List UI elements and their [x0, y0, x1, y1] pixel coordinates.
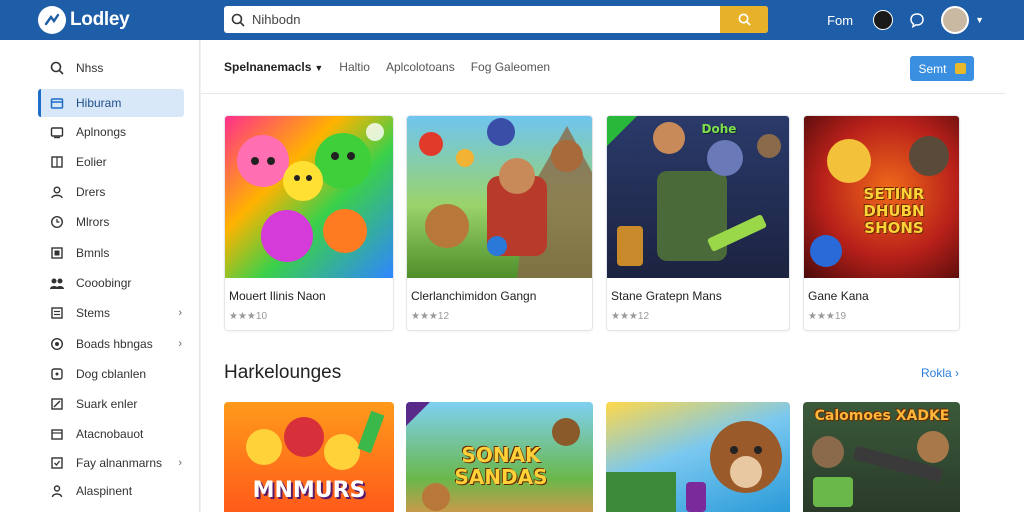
- sidebar-item-label: Cooobingr: [76, 276, 132, 290]
- game-thumbnail: [225, 116, 393, 278]
- chevron-down-icon[interactable]: ▼: [975, 15, 984, 25]
- game-title: Gane Kana: [808, 289, 869, 303]
- home-icon: [48, 95, 66, 111]
- game-art-text: Dohe: [701, 122, 737, 136]
- sidebar-item-0[interactable]: Nhss: [38, 54, 184, 82]
- chevron-right-icon: ›: [178, 457, 182, 469]
- chevron-down-icon: ▼: [314, 62, 324, 73]
- globe-icon: [48, 336, 66, 352]
- sidebar-item-9[interactable]: Boads hbngas ›: [38, 330, 184, 358]
- sidebar-item-3[interactable]: Eolier: [38, 148, 184, 176]
- sidebar-item-label: Suark enler: [76, 397, 138, 411]
- game-thumbnail: Dohe: [607, 116, 789, 278]
- tab-3[interactable]: Fog Galeomen: [471, 60, 550, 74]
- gamepad-icon: [48, 366, 66, 382]
- game-card[interactable]: Clerlanchimidon Gangn ★★★12: [406, 115, 593, 331]
- game-card[interactable]: MNMURS: [224, 402, 394, 512]
- search-icon: [48, 60, 66, 76]
- game-card[interactable]: Mouert Ilinis Naon ★★★10: [224, 115, 394, 331]
- sidebar-item-label: Alaspinent: [76, 484, 133, 498]
- see-more-link[interactable]: Rokla ›: [921, 366, 959, 380]
- top-link[interactable]: Fom: [827, 13, 853, 28]
- sidebar-item-12[interactable]: Atacnobauot: [38, 420, 184, 448]
- game-card[interactable]: [606, 402, 790, 512]
- game-rating: ★★★10: [229, 311, 268, 322]
- chevron-right-icon: ›: [178, 338, 182, 350]
- logo-text: Lodley: [70, 9, 130, 30]
- game-title: Stane Gratepn Mans: [611, 289, 722, 303]
- tag-icon: [48, 455, 66, 471]
- logo[interactable]: Lodley: [38, 6, 130, 34]
- sidebar-item-2[interactable]: Aplnongs: [38, 118, 184, 146]
- logo-icon: [38, 6, 66, 34]
- section-title: Harkelounges: [224, 362, 342, 383]
- chat-icon[interactable]: [907, 10, 927, 30]
- sidebar-item-1[interactable]: Hiburam: [38, 89, 184, 117]
- sidebar-item-label: Nhss: [76, 61, 104, 75]
- sidebar-item-label: Mlrors: [76, 215, 110, 229]
- sidebar-item-13[interactable]: Fay alnanmarns ›: [38, 449, 184, 477]
- search-button[interactable]: [720, 6, 768, 33]
- send-button[interactable]: Semt: [910, 56, 974, 81]
- list-icon: [48, 305, 66, 321]
- arrow-icon: [48, 396, 66, 412]
- sidebar-item-8[interactable]: Stems ›: [38, 299, 184, 327]
- game-thumbnail: SETINR DHUBN SHONS: [804, 116, 959, 278]
- game-thumbnail: [407, 116, 592, 278]
- sidebar-item-label: Fay alnanmarns: [76, 456, 163, 470]
- tab-0[interactable]: Spelnanemacls ▼: [224, 60, 323, 74]
- game-card[interactable]: SETINR DHUBN SHONS Gane Kana ★★★19: [803, 115, 960, 331]
- sidebar-item-7[interactable]: Cooobingr: [38, 269, 184, 297]
- sidebar-item-4[interactable]: Drers: [38, 178, 184, 206]
- game-art-text: MNMURS: [252, 478, 366, 503]
- clock-icon: [48, 214, 66, 230]
- game-rating: ★★★19: [808, 311, 847, 322]
- game-card[interactable]: Calomoes XADKE: [803, 402, 960, 512]
- calendar-icon: [48, 426, 66, 442]
- sidebar-item-label: Drers: [76, 185, 106, 199]
- person-icon: [48, 483, 66, 499]
- sidebar-item-label: Stems: [76, 306, 111, 320]
- coin-icon: [954, 63, 966, 74]
- game-art-text: SETINR DHUBN SHONS: [863, 185, 925, 237]
- search-icon: [224, 13, 252, 27]
- sidebar-item-label: Dog cblanlen: [76, 367, 147, 381]
- chevron-right-icon: ›: [178, 307, 182, 319]
- game-card[interactable]: Dohe Stane Gratepn Mans ★★★12: [606, 115, 790, 331]
- user-avatar[interactable]: [941, 6, 970, 34]
- game-card[interactable]: SONAK SANDAS: [406, 402, 593, 512]
- search-input[interactable]: [252, 6, 720, 33]
- sidebar-item-11[interactable]: Suark enler: [38, 390, 184, 418]
- top-bar: Lodley Fom ▼: [0, 0, 1024, 40]
- main-content: Spelnanemacls ▼ Haltio Aplcolotoans Fog G…: [201, 40, 1024, 512]
- sidebar-item-label: Boads hbngas: [76, 337, 153, 351]
- sidebar-item-label: Hiburam: [76, 96, 122, 110]
- apps-icon: [48, 124, 66, 140]
- sidebar-item-6[interactable]: Bmnls: [38, 239, 184, 267]
- sidebar-item-10[interactable]: Dog cblanlen: [38, 360, 184, 388]
- tab-1[interactable]: Haltio: [339, 60, 370, 74]
- sidebar: Nhss Hiburam Aplnongs Eolier Drers Mlror…: [0, 40, 200, 512]
- people-icon: [48, 275, 66, 291]
- sub-navigation: Spelnanemacls ▼ Haltio Aplcolotoans Fog G…: [201, 40, 1005, 94]
- user-icon: [48, 184, 66, 200]
- game-title: Mouert Ilinis Naon: [229, 289, 326, 303]
- sidebar-item-label: Atacnobauot: [76, 427, 144, 441]
- game-art-text: SONAK SANDAS: [454, 443, 548, 489]
- grid-icon: [48, 154, 66, 170]
- sidebar-item-label: Eolier: [76, 155, 107, 169]
- sidebar-item-label: Bmnls: [76, 246, 110, 260]
- game-rating: ★★★12: [611, 311, 650, 322]
- game-rating: ★★★12: [411, 311, 450, 322]
- tab-2[interactable]: Aplcolotoans: [386, 60, 455, 74]
- sidebar-item-14[interactable]: Alaspinent: [38, 477, 184, 505]
- sidebar-item-5[interactable]: Mlrors: [38, 208, 184, 236]
- search-bar: [224, 6, 768, 33]
- game-title: Clerlanchimidon Gangn: [411, 289, 537, 303]
- game-art-text: Calomoes XADKE: [814, 408, 950, 424]
- film-icon: [48, 245, 66, 261]
- sidebar-item-label: Aplnongs: [76, 125, 127, 139]
- profile-avatar-small[interactable]: [873, 10, 894, 30]
